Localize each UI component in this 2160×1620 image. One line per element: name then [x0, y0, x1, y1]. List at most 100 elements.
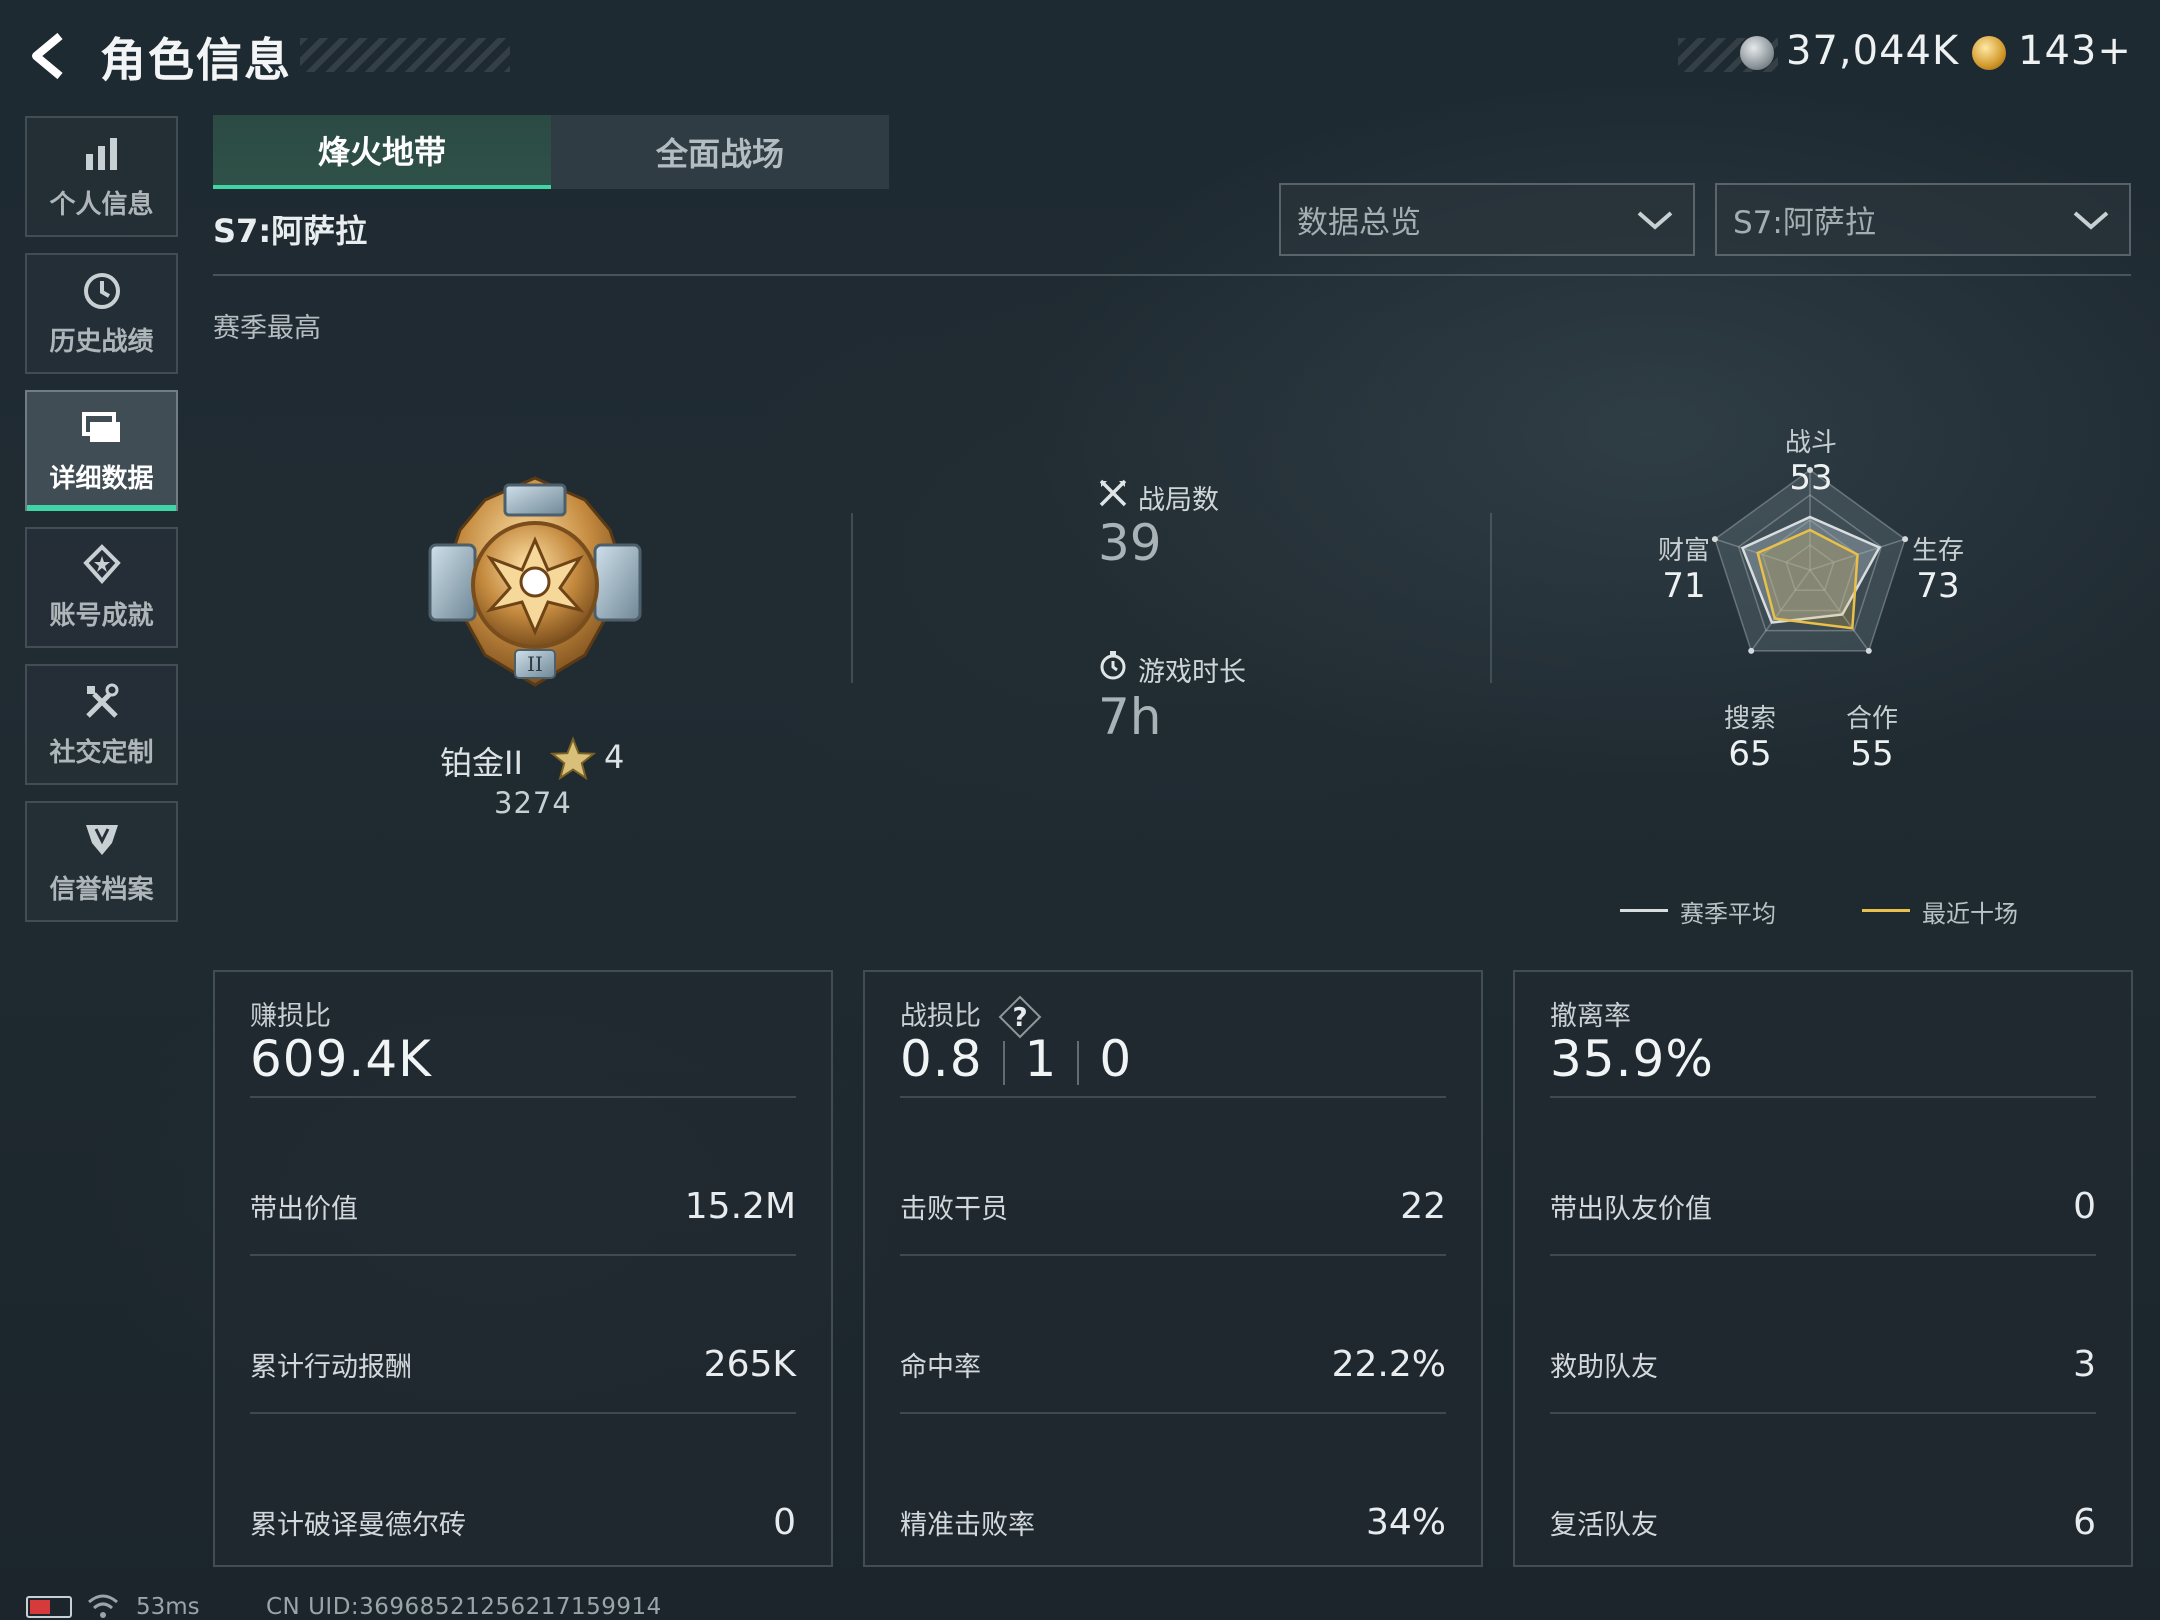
- ping-latency: 53ms: [136, 1594, 200, 1620]
- dropdown-value: 数据总览: [1297, 205, 1421, 241]
- stat-row: 带出价值 15.2M: [250, 1176, 796, 1236]
- sidebar-item-label: 信誉档案: [49, 875, 154, 905]
- stat-row: 累计行动报酬 265K: [250, 1334, 796, 1394]
- legend-recent-ten: 最近十场: [1922, 900, 2018, 928]
- divider: [1550, 1096, 2096, 1098]
- radar-axis-tip: [1865, 647, 1872, 654]
- card-head-value: 0.8 1 0: [900, 1030, 1132, 1088]
- divider: [1550, 1254, 2096, 1256]
- kd-kills: 1: [1024, 1030, 1058, 1088]
- gold-coin-icon: [1972, 36, 2006, 70]
- card-head-label: 赚损比: [250, 1001, 331, 1032]
- stat-row-label: 复活队友: [1550, 1509, 1658, 1541]
- sidebar-item-detailed-data[interactable]: 详细数据: [25, 390, 178, 511]
- card-head-label: 撤离率: [1550, 1001, 1631, 1032]
- silver-coin-icon: [1740, 36, 1774, 70]
- stat-row-value: 0: [2073, 1185, 2096, 1227]
- stat-row-value: 0: [773, 1501, 796, 1543]
- radar-axis-value-combat: 53: [1789, 458, 1833, 498]
- tab-full-battlefield[interactable]: 全面战场: [551, 115, 889, 189]
- radar-axis-value-cooperation: 55: [1850, 734, 1894, 774]
- radar-axis-value-search: 65: [1728, 734, 1772, 774]
- profit-loss-card: 赚损比 609.4K 带出价值 15.2M 累计行动报酬 265K 累计破译曼德…: [213, 970, 833, 1567]
- rank-emblem-icon: II: [428, 476, 642, 687]
- rank-points: 3274: [494, 786, 572, 820]
- legend-swatch-recent-ten: [1862, 909, 1910, 912]
- stat-row-value: 22.2%: [1331, 1343, 1446, 1385]
- tools-icon: [85, 683, 118, 718]
- gold-currency-amount[interactable]: 143+: [2018, 28, 2132, 74]
- sidebar-item-achievements[interactable]: 账号成就: [25, 527, 178, 648]
- sidebar-item-profile[interactable]: 个人信息: [25, 116, 178, 237]
- bar-chart-icon: [85, 138, 117, 170]
- user-uid: CN UID:3696852125621715991​4: [266, 1594, 662, 1620]
- stat-row-label: 击败干员: [900, 1193, 1008, 1225]
- stat-row-label: 命中率: [900, 1351, 981, 1383]
- stat-row-value: 6: [2073, 1501, 2096, 1543]
- kd-ratio: 0.8: [900, 1030, 983, 1088]
- radar-axis-label-survival: 生存: [1911, 536, 1964, 566]
- stat-row: 击败干员 22: [900, 1176, 1446, 1236]
- playtime-value: 7h: [1098, 688, 1162, 746]
- legend-swatch-season-average: [1620, 909, 1668, 912]
- divider: [900, 1254, 1446, 1256]
- page-title: 角色信息: [100, 33, 292, 87]
- divider: [851, 513, 853, 683]
- stopwatch-icon: [1100, 651, 1126, 680]
- back-arrow-icon[interactable]: [22, 28, 78, 84]
- stat-row-label: 累计行动报酬: [250, 1351, 412, 1383]
- kill-death-card: 战损比 ? 0.8 1 0 击败干员 22 命中率 22.2% 精准击败率 34%: [863, 970, 1483, 1567]
- stat-row-value: 265K: [703, 1343, 796, 1385]
- sidebar-item-history[interactable]: 历史战绩: [25, 253, 178, 374]
- sidebar-item-label: 账号成就: [49, 601, 154, 631]
- playtime-label: 游戏时长: [1138, 657, 1246, 688]
- card-head-value: 609.4K: [250, 1030, 432, 1088]
- extraction-rate-card: 撤离率 35.9% 带出队友价值 0 救助队友 3 复活队友 6: [1513, 970, 2133, 1567]
- title-decoration: [300, 38, 510, 72]
- battery-level: [30, 1600, 50, 1614]
- svg-text:?: ?: [1012, 1003, 1027, 1033]
- crossed-swords-icon: [1099, 479, 1127, 507]
- battery-icon: [26, 1596, 72, 1618]
- star-icon: [550, 736, 596, 781]
- divider: [250, 1096, 796, 1098]
- stat-row-value: 22: [1400, 1185, 1446, 1227]
- divider: [900, 1096, 1446, 1098]
- rank-star-count: 4: [604, 738, 625, 776]
- chevron-down-icon: [1637, 210, 1673, 230]
- stat-row-value: 3: [2073, 1343, 2096, 1385]
- stat-row: 带出队友价值 0: [1550, 1176, 2096, 1236]
- svg-text:II: II: [527, 652, 543, 676]
- radar-axis-tip: [1748, 647, 1755, 654]
- stat-row-value: 34%: [1365, 1501, 1446, 1543]
- reputation-icon: [85, 825, 118, 855]
- separator: [1002, 1040, 1005, 1085]
- history-icon: [83, 273, 120, 309]
- chevron-down-icon: [2073, 210, 2109, 230]
- sidebar-item-label: 历史战绩: [49, 327, 154, 357]
- separator: [1077, 1040, 1080, 1085]
- rank-name: 铂金II: [440, 744, 523, 782]
- radar-axis-value-wealth: 71: [1662, 566, 1706, 606]
- season-dropdown[interactable]: S7:阿萨拉: [1715, 183, 2131, 256]
- tab-warzone[interactable]: 烽火地带: [213, 115, 551, 189]
- divider: [900, 1412, 1446, 1414]
- divider: [250, 1412, 796, 1414]
- legend-season-average: 赛季平均: [1680, 900, 1776, 928]
- sidebar-item-reputation[interactable]: 信誉档案: [25, 801, 178, 922]
- section-label: 赛季最高: [213, 313, 321, 344]
- stat-row: 救助队友 3: [1550, 1334, 2096, 1394]
- radar-axis-label-search: 搜索: [1723, 704, 1776, 734]
- sidebar-item-social[interactable]: 社交定制: [25, 664, 178, 785]
- stat-row-value: 15.2M: [684, 1185, 796, 1227]
- stat-row-label: 累计破译曼德尔砖: [250, 1509, 466, 1541]
- divider: [213, 274, 2131, 276]
- dropdown-value: S7:阿萨拉: [1733, 205, 1876, 241]
- kd-deaths: 0: [1099, 1030, 1133, 1088]
- card-head-value: 35.9%: [1550, 1030, 1714, 1088]
- stat-row: 累计破译曼德尔砖 0: [250, 1492, 796, 1552]
- data-view-dropdown[interactable]: 数据总览: [1279, 183, 1695, 256]
- stat-row-label: 带出队友价值: [1550, 1193, 1712, 1225]
- sidebar-item-label: 个人信息: [49, 190, 154, 220]
- radar-axis-label-combat: 战斗: [1784, 428, 1837, 458]
